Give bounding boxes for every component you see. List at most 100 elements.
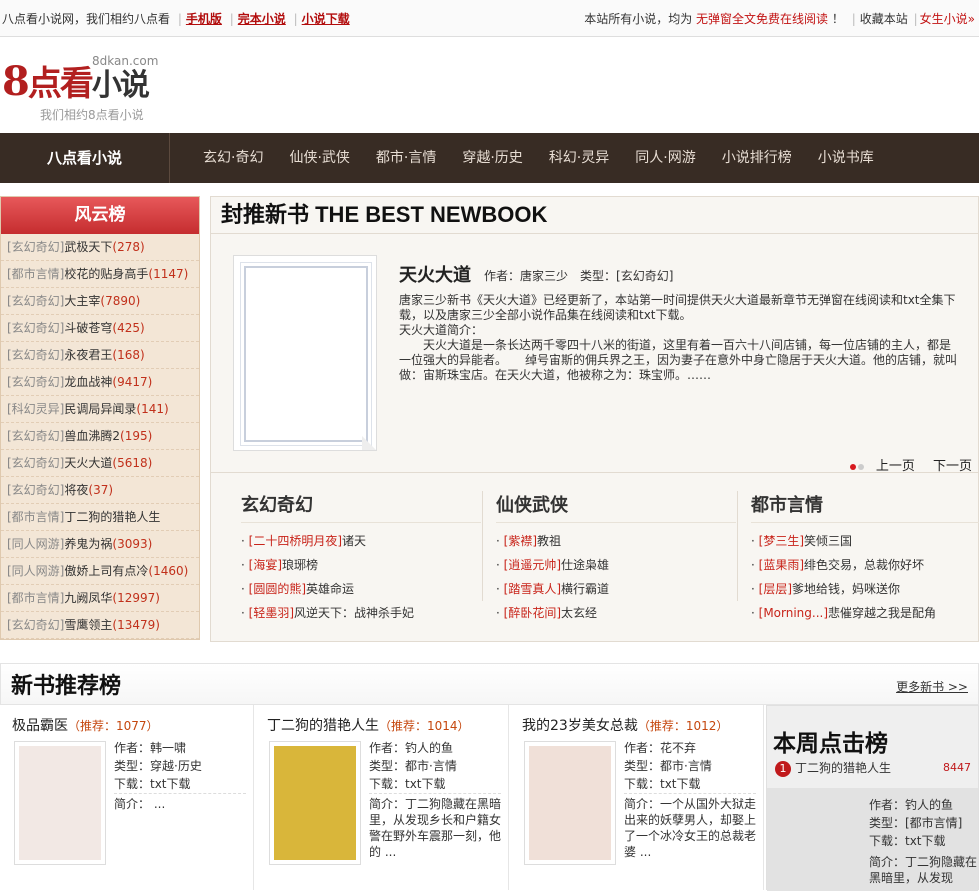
book-link[interactable]: 诸天 bbox=[342, 534, 366, 548]
category-item[interactable]: · [二十四桥明月夜]诸天 bbox=[241, 529, 481, 553]
ranking-item[interactable]: [玄幻奇幻]大主宰(7890) bbox=[1, 288, 199, 315]
author-tag[interactable]: [海宴] bbox=[249, 558, 282, 572]
new-book-title[interactable]: 极品霸医 bbox=[12, 718, 68, 734]
category-item[interactable]: · [踏雪真人]横行霸道 bbox=[496, 577, 736, 601]
ranking-item[interactable]: [玄幻奇幻]斗破苍穹(425) bbox=[1, 315, 199, 342]
author-tag[interactable]: [蓝果雨] bbox=[759, 558, 804, 572]
new-book-title-row[interactable]: 极品霸医（推荐：1077） bbox=[12, 715, 159, 735]
ranking-item[interactable]: [玄幻奇幻]天火大道(5618) bbox=[1, 450, 199, 477]
author-tag[interactable]: [二十四桥明月夜] bbox=[249, 534, 342, 548]
ranking-category[interactable]: [玄幻奇幻] bbox=[7, 618, 64, 632]
ranking-item[interactable]: [玄幻奇幻]将夜(37) bbox=[1, 477, 199, 504]
category-item[interactable]: · [圆圆的熊]英雄命运 bbox=[241, 577, 481, 601]
new-book-download[interactable]: 下载：txt下载 bbox=[114, 775, 246, 794]
author-tag[interactable]: [层层] bbox=[759, 582, 792, 596]
new-book-cover[interactable] bbox=[14, 741, 106, 865]
ranking-category[interactable]: [玄幻奇幻] bbox=[7, 456, 64, 470]
nav-item[interactable]: 都市·言情 bbox=[363, 133, 449, 183]
ranking-title[interactable]: 龙血战神 bbox=[64, 375, 112, 389]
weekly-download[interactable]: 下载：txt下载 bbox=[869, 832, 962, 850]
more-new-books-link[interactable]: 更多新书 >> bbox=[896, 678, 968, 695]
ranking-item[interactable]: [都市言情]丁二狗的猎艳人生 bbox=[1, 504, 199, 531]
category-item[interactable]: · [醉卧花间]太玄经 bbox=[496, 601, 736, 625]
author-tag[interactable]: [紫襟] bbox=[504, 534, 537, 548]
ranking-category[interactable]: [玄幻奇幻] bbox=[7, 294, 64, 308]
author-tag[interactable]: [踏雪真人] bbox=[504, 582, 561, 596]
pager-dot[interactable] bbox=[857, 464, 864, 470]
new-book-cover[interactable] bbox=[524, 741, 616, 865]
category-heading[interactable]: 仙侠武侠 bbox=[496, 491, 736, 523]
new-book-title-row[interactable]: 我的23岁美女总裁（推荐：1012） bbox=[522, 715, 728, 735]
female-novels-link[interactable]: 女生小说» bbox=[920, 12, 975, 26]
category-item[interactable]: · [蓝果雨]绯色交易，总裁你好坏 bbox=[751, 553, 979, 577]
ranking-category[interactable]: [玄幻奇幻] bbox=[7, 483, 64, 497]
ranking-item[interactable]: [玄幻奇幻]兽血沸腾2(195) bbox=[1, 423, 199, 450]
ranking-category[interactable]: [都市言情] bbox=[7, 510, 64, 524]
ranking-category[interactable]: [科幻灵异] bbox=[7, 402, 64, 416]
nav-item[interactable]: 穿越·历史 bbox=[449, 133, 535, 183]
category-heading[interactable]: 玄幻奇幻 bbox=[241, 491, 481, 523]
ranking-item[interactable]: [玄幻奇幻]武极天下(278) bbox=[1, 234, 199, 261]
category-item[interactable]: · [逍遥元帅]仕途枭雄 bbox=[496, 553, 736, 577]
ranking-item[interactable]: [科幻灵异]民调局异闻录(141) bbox=[1, 396, 199, 423]
nav-item[interactable]: 同人·网游 bbox=[622, 133, 708, 183]
book-link[interactable]: 教祖 bbox=[537, 534, 561, 548]
ranking-category[interactable]: [都市言情] bbox=[7, 591, 64, 605]
nav-item[interactable]: 仙侠·武侠 bbox=[276, 133, 362, 183]
category-heading[interactable]: 都市言情 bbox=[751, 491, 979, 523]
ranking-item[interactable]: [都市言情]校花的贴身高手(1147) bbox=[1, 261, 199, 288]
ranking-category[interactable]: [玄幻奇幻] bbox=[7, 240, 64, 254]
ranking-item[interactable]: [玄幻奇幻]雪鹰领主(13479) bbox=[1, 612, 199, 639]
ranking-title[interactable]: 兽血沸腾2 bbox=[64, 429, 120, 443]
ranking-title[interactable]: 九阙凤华 bbox=[64, 591, 112, 605]
novel-download-link[interactable]: 小说下载 bbox=[302, 12, 350, 26]
author-tag[interactable]: [梦三生] bbox=[759, 534, 804, 548]
ranking-item[interactable]: [同人网游]养鬼为祸(3093) bbox=[1, 531, 199, 558]
book-link[interactable]: 英雄命运 bbox=[306, 582, 354, 596]
favorite-link[interactable]: 收藏本站 bbox=[860, 12, 908, 26]
author-tag[interactable]: [醉卧花间] bbox=[504, 606, 561, 620]
new-book-cover[interactable] bbox=[269, 741, 361, 865]
ranking-title[interactable]: 民调局异闻录 bbox=[64, 402, 136, 416]
book-link[interactable]: 横行霸道 bbox=[561, 582, 609, 596]
ranking-title[interactable]: 永夜君王 bbox=[64, 348, 112, 362]
ranking-category[interactable]: [玄幻奇幻] bbox=[7, 429, 64, 443]
nav-item[interactable]: 科幻·灵异 bbox=[536, 133, 622, 183]
ranking-item[interactable]: [都市言情]九阙凤华(12997) bbox=[1, 585, 199, 612]
ranking-item[interactable]: [玄幻奇幻]龙血战神(9417) bbox=[1, 369, 199, 396]
category-item[interactable]: · [紫襟]教祖 bbox=[496, 529, 736, 553]
category-item[interactable]: · [Morning...]悲催穿越之我是配角 bbox=[751, 601, 979, 625]
ranking-title[interactable]: 雪鹰领主 bbox=[64, 618, 112, 632]
ranking-title[interactable]: 养鬼为祸 bbox=[64, 537, 112, 551]
book-link[interactable]: 爹地给钱，妈咪送你 bbox=[792, 582, 900, 596]
book-link[interactable]: 风逆天下：战神杀手妃 bbox=[294, 606, 414, 620]
ranking-title[interactable]: 丁二狗的猎艳人生 bbox=[64, 510, 160, 524]
ranking-category[interactable]: [玄幻奇幻] bbox=[7, 348, 64, 362]
category-item[interactable]: · [轻墨羽]风逆天下：战神杀手妃 bbox=[241, 601, 481, 625]
ranking-item[interactable]: [玄幻奇幻]永夜君王(168) bbox=[1, 342, 199, 369]
book-link[interactable]: 太玄经 bbox=[561, 606, 597, 620]
ranking-item[interactable]: [同人网游]傲娇上司有点冷(1460) bbox=[1, 558, 199, 585]
category-item[interactable]: · [海宴]琅琊榜 bbox=[241, 553, 481, 577]
category-item[interactable]: · [层层]爹地给钱，妈咪送你 bbox=[751, 577, 979, 601]
author-tag[interactable]: [逍遥元帅] bbox=[504, 558, 561, 572]
new-book-title-row[interactable]: 丁二狗的猎艳人生（推荐：1014） bbox=[267, 715, 470, 735]
nav-home[interactable]: 八点看小说 bbox=[0, 133, 170, 183]
new-book-download[interactable]: 下载：txt下载 bbox=[369, 775, 501, 794]
site-logo[interactable]: 8点看小说 8dkan.com 我们相约8点看小说 bbox=[0, 50, 200, 126]
ranking-title[interactable]: 武极天下 bbox=[64, 240, 112, 254]
book-link[interactable]: 仕途枭雄 bbox=[561, 558, 609, 572]
ranking-title[interactable]: 傲娇上司有点冷 bbox=[64, 564, 148, 578]
ranking-category[interactable]: [玄幻奇幻] bbox=[7, 321, 64, 335]
pager-dot-active[interactable] bbox=[849, 464, 856, 470]
new-book-title[interactable]: 丁二狗的猎艳人生 bbox=[267, 718, 379, 734]
weekly-rank-row[interactable]: 1 丁二狗的猎艳人生 8447 bbox=[775, 759, 973, 777]
ranking-title[interactable]: 斗破苍穹 bbox=[64, 321, 112, 335]
ranking-category[interactable]: [同人网游] bbox=[7, 537, 64, 551]
nav-item[interactable]: 小说书库 bbox=[805, 133, 887, 183]
complete-novels-link[interactable]: 完本小说 bbox=[238, 12, 286, 26]
ranking-category[interactable]: [都市言情] bbox=[7, 267, 64, 281]
nav-item[interactable]: 玄幻·奇幻 bbox=[190, 133, 276, 183]
book-cover[interactable] bbox=[233, 255, 377, 451]
nav-item[interactable]: 小说排行榜 bbox=[709, 133, 805, 183]
